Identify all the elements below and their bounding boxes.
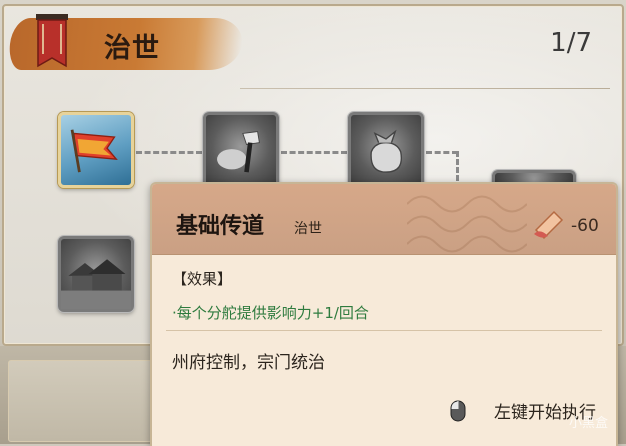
connector-1 [136,151,202,154]
skill-node-village[interactable] [58,236,134,312]
effect-text: ·每个分舵提供影响力+1/回合 [172,304,369,322]
tooltip-description: 州府控制，宗门统治 [172,353,325,373]
connector-3 [426,151,458,154]
tooltip-divider [166,330,602,331]
tooltip-cost: -60 [571,216,599,236]
skill-node-hammer[interactable] [203,112,279,188]
page-title: 治世 [104,33,160,64]
watermark: 小黑盒 [568,416,608,431]
connector-4 [456,151,459,181]
village-icon [61,259,131,309]
page-counter: 1/7 [550,28,592,58]
wave-pattern-icon [407,195,527,253]
effect-label: 【效果】 [172,270,233,288]
connector-2 [281,151,347,154]
skill-node-bag[interactable] [348,112,424,188]
header-divider [240,88,610,89]
hammer-helmet-icon [217,131,260,173]
bag-icon [370,129,403,173]
influence-token-icon [534,210,564,240]
tooltip-header: 基础传道 治世 -60 [152,184,616,255]
mouse-left-click-icon [450,400,466,422]
tooltip-category: 治世 [294,221,322,237]
skill-tooltip: 基础传道 治世 -60 【效果】 ·每个分舵提供影响力+1/回合 州府控制，宗门… [150,182,618,446]
banner-icon [36,14,68,68]
flag-icon [70,129,118,173]
skill-node-flag[interactable] [58,112,134,188]
tooltip-title: 基础传道 [176,214,265,239]
